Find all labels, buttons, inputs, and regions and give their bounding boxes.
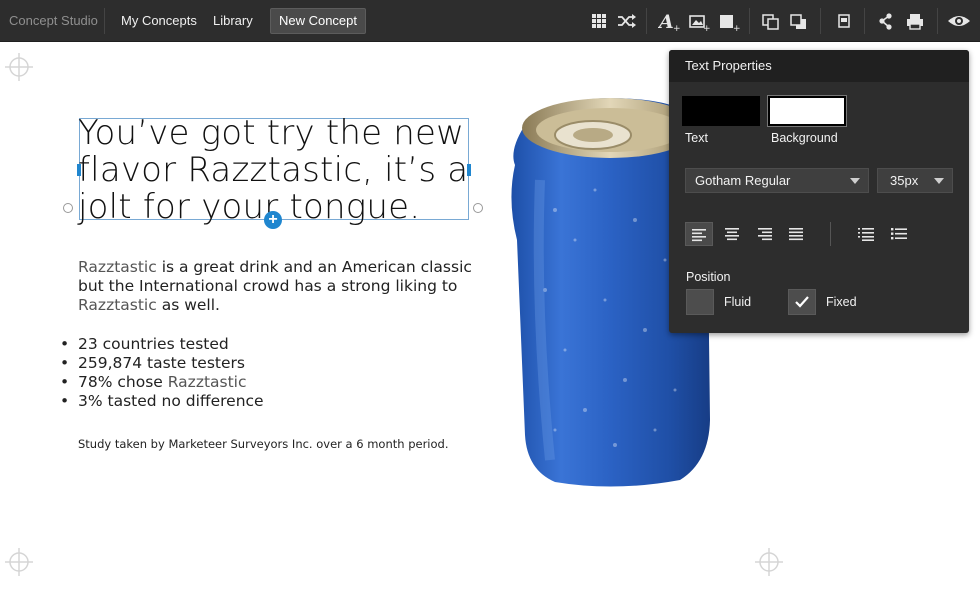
new-concept-button[interactable]: New Concept [270, 8, 366, 34]
list-item: 23 countries tested [60, 335, 460, 354]
bullet-list-button[interactable] [885, 222, 913, 246]
fluid-label: Fluid [724, 295, 752, 309]
text-color-swatch[interactable] [682, 96, 760, 126]
stats-list[interactable]: 23 countries tested 259,874 taste tester… [60, 335, 460, 411]
chevron-down-icon [850, 178, 860, 184]
align-left-button[interactable] [685, 222, 713, 246]
svg-text:A: A [658, 11, 674, 33]
toolbar-divider [864, 8, 865, 34]
chevron-down-icon [934, 178, 944, 184]
list-item: 78% chose Razztastic [60, 373, 460, 392]
panel-divider [830, 222, 831, 246]
text-properties-panel: Text Properties Text Background Gotham R… [669, 50, 969, 333]
crosshair-icon [753, 546, 785, 578]
rotate-handle-right[interactable] [473, 203, 483, 213]
svg-text:+: + [703, 24, 710, 33]
font-family-select[interactable]: Gotham Regular [685, 168, 869, 193]
crosshair-icon [3, 546, 35, 578]
shuffle-icon[interactable] [615, 9, 637, 33]
toolbar-divider [749, 8, 750, 34]
resize-handle-right[interactable] [467, 164, 471, 176]
panel-title: Text Properties [669, 50, 969, 82]
send-backward-icon[interactable] [788, 9, 810, 33]
background-color-label: Background [771, 131, 838, 145]
brand-word: Razztastic [167, 373, 247, 391]
toolbar-divider [646, 8, 647, 34]
svg-text:+: + [733, 24, 740, 33]
text-color-label: Text [685, 131, 708, 145]
font-family-value: Gotham Regular [695, 173, 791, 188]
toolbar-divider [104, 8, 105, 34]
crosshair-icon [3, 51, 35, 83]
align-left-icon [692, 229, 706, 242]
fixed-label: Fixed [826, 295, 857, 309]
shape-add-icon[interactable]: + [718, 9, 741, 34]
brand-word: Razztastic [78, 258, 157, 276]
nav-my-concepts[interactable]: My Concepts [121, 13, 197, 28]
brand-word: Razztastic [78, 296, 157, 314]
list-item: 259,874 taste testers [60, 354, 460, 373]
body-text-segment: as well. [156, 296, 220, 314]
background-color-swatch[interactable] [768, 96, 846, 126]
page-icon[interactable] [833, 9, 855, 33]
text-add-icon[interactable]: A + [657, 9, 681, 34]
fixed-checkbox[interactable] [788, 289, 816, 315]
print-icon[interactable] [904, 9, 926, 33]
align-center-icon [725, 228, 739, 241]
grid-icon[interactable] [588, 9, 610, 33]
resize-handle-left[interactable] [77, 164, 81, 176]
preview-eye-icon[interactable] [946, 9, 972, 33]
align-right-icon [758, 228, 772, 241]
body-paragraph[interactable]: Razztastic is a great drink and an Ameri… [78, 258, 478, 315]
numbered-list-button[interactable] [852, 222, 880, 246]
align-justify-button[interactable] [782, 222, 810, 246]
align-justify-icon [789, 228, 803, 241]
image-add-icon[interactable]: + [688, 9, 711, 34]
headline-text[interactable]: You’ve got try the new flavor Razztastic… [78, 115, 478, 226]
align-center-button[interactable] [718, 222, 746, 246]
font-size-select[interactable]: 35px [877, 168, 953, 193]
toolbar-divider [820, 8, 821, 34]
list-item-text: 78% chose [78, 373, 168, 391]
fluid-checkbox[interactable] [686, 289, 714, 315]
list-item: 3% tasted no difference [60, 392, 460, 411]
app-brand: Concept Studio [9, 13, 98, 28]
bring-forward-icon[interactable] [760, 9, 782, 33]
rotate-handle-left[interactable] [63, 203, 73, 213]
footnote-text[interactable]: Study taken by Marketeer Surveyors Inc. … [78, 437, 448, 451]
nav-library[interactable]: Library [213, 13, 253, 28]
share-icon[interactable] [875, 9, 897, 33]
checkmark-icon [795, 296, 809, 308]
add-element-button[interactable]: + [264, 211, 282, 229]
svg-text:+: + [673, 24, 680, 33]
numbered-list-icon [858, 228, 874, 241]
font-size-value: 35px [890, 173, 919, 188]
position-label: Position [686, 270, 731, 284]
bullet-list-icon [891, 228, 907, 240]
align-right-button[interactable] [750, 222, 778, 246]
top-toolbar: Concept Studio My Concepts Library New C… [0, 0, 980, 42]
toolbar-divider [937, 8, 938, 34]
